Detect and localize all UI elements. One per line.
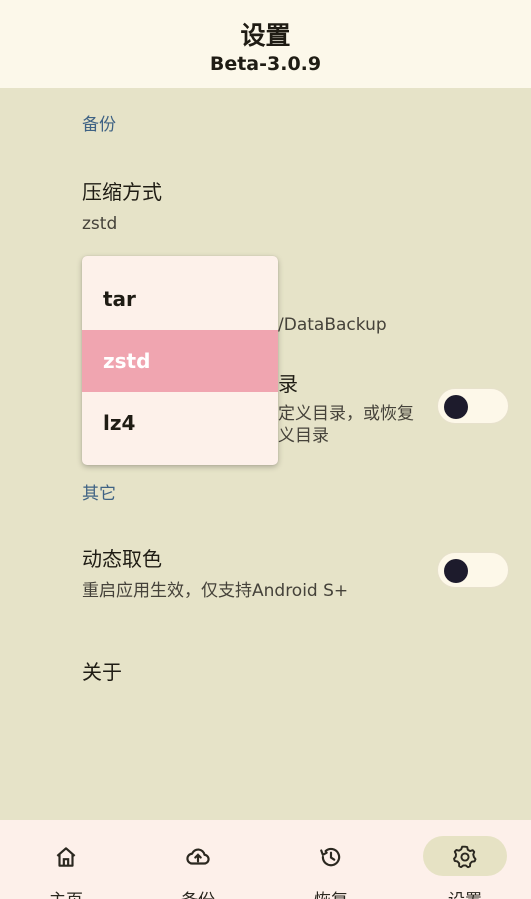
version-subtitle: Beta-3.0.9: [209, 53, 322, 75]
about-setting[interactable]: 关于: [82, 656, 432, 685]
dropdown-option-tar[interactable]: tar: [82, 268, 278, 330]
dropdown-option-lz4[interactable]: lz4: [82, 392, 278, 454]
home-icon: [56, 847, 76, 867]
history-icon: [320, 847, 341, 867]
dynamic-color-label: 动态取色: [82, 547, 162, 571]
custom-dir-desc-line1: 定义目录，或恢复: [278, 404, 414, 424]
nav-item-home[interactable]: 主页: [0, 820, 132, 899]
nav-item-settings[interactable]: 设置: [399, 820, 531, 899]
dynamic-color-setting[interactable]: 动态取色 重启应用生效，仅支持Android S+: [82, 543, 432, 602]
nav-item-backup[interactable]: 备份: [132, 820, 264, 899]
backup-dir-setting[interactable]: /DataBackup: [278, 314, 428, 336]
custom-dir-setting[interactable]: 录 定义目录，或恢复 义目录: [278, 368, 428, 447]
page-title: 设置: [240, 21, 291, 50]
nav-label-backup: 备份: [132, 886, 264, 899]
custom-dir-label: 录: [278, 372, 298, 396]
nav-label-restore: 恢复: [265, 886, 397, 899]
cloud-upload-icon: [186, 848, 210, 865]
app-header: 设置 Beta-3.0.9: [0, 0, 531, 88]
dynamic-color-toggle[interactable]: [437, 552, 509, 588]
section-header-other: 其它: [82, 484, 116, 504]
nav-label-home: 主页: [0, 886, 132, 899]
compression-setting[interactable]: 压缩方式 zstd: [82, 176, 432, 235]
compression-dropdown-menu: tar zstd lz4: [82, 256, 278, 465]
gear-icon: [453, 845, 477, 869]
about-label: 关于: [82, 660, 122, 684]
dynamic-color-desc: 重启应用生效，仅支持Android S+: [82, 581, 349, 601]
toggle-knob: [444, 395, 468, 419]
custom-dir-desc-line2: 义目录: [278, 426, 329, 446]
compression-value: zstd: [82, 214, 118, 234]
backup-dir-value: /DataBackup: [278, 315, 387, 335]
section-header-backup: 备份: [82, 115, 116, 135]
nav-label-settings: 设置: [399, 886, 531, 899]
compression-label: 压缩方式: [82, 180, 162, 204]
nav-item-restore[interactable]: 恢复: [265, 820, 397, 899]
bottom-navigation: 主页 备份 恢复 设置: [0, 820, 531, 899]
custom-dir-toggle[interactable]: [437, 388, 509, 424]
dropdown-option-zstd[interactable]: zstd: [82, 330, 278, 392]
toggle-knob: [444, 559, 468, 583]
